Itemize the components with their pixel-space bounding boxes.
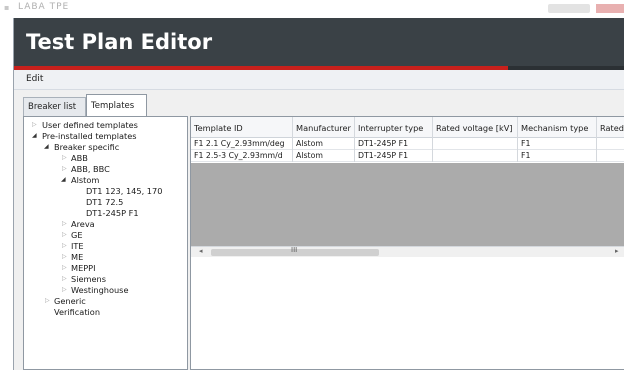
expand-arrow-icon[interactable]: ▷ (45, 297, 50, 304)
expand-arrow-icon[interactable]: ▷ (62, 253, 67, 260)
tree-item-siemens[interactable]: Siemens (71, 274, 106, 284)
expand-arrow-icon[interactable]: ▷ (32, 121, 37, 128)
tree-item-dt1-245p-f1[interactable]: DT1-245P F1 (86, 208, 139, 218)
expand-arrow-icon[interactable]: ▷ (62, 286, 67, 293)
cell-manufacturer[interactable]: Alstom (293, 138, 355, 150)
tree-item-dt1-123[interactable]: DT1 123, 145, 170 (86, 186, 162, 196)
app-icon: ▪ (4, 3, 10, 12)
cell-mechanism-type[interactable]: F1 (518, 138, 597, 150)
column-header-template-id[interactable]: Template ID (191, 117, 293, 138)
tree-item-meppi[interactable]: MEPPI (71, 263, 96, 273)
column-header-rated-voltage[interactable]: Rated voltage [kV] (433, 117, 518, 138)
expand-arrow-icon[interactable]: ▷ (62, 220, 67, 227)
templates-tree: ▷ User defined templates ◢ Pre-installed… (23, 116, 188, 370)
horizontal-scrollbar[interactable]: ◂ III ▸ (191, 246, 624, 257)
background-strip: ▪ LABA TPE (0, 0, 624, 18)
expand-arrow-icon[interactable]: ▷ (62, 264, 67, 271)
tree-item-user-defined[interactable]: User defined templates (42, 120, 138, 130)
expand-arrow-icon[interactable]: ▷ (62, 231, 67, 238)
grid-empty-area (191, 163, 624, 246)
collapse-arrow-icon[interactable]: ◢ (61, 176, 66, 183)
cell-rated[interactable] (597, 138, 624, 150)
expand-arrow-icon[interactable]: ▷ (62, 242, 67, 249)
background-window-title: LABA TPE (18, 2, 70, 12)
tree-item-me[interactable]: ME (71, 252, 83, 262)
cell-manufacturer[interactable]: Alstom (293, 150, 355, 162)
column-header-rated[interactable]: Rated (597, 117, 624, 138)
tree-item-ge[interactable]: GE (71, 230, 83, 240)
background-toolbar (548, 4, 590, 13)
collapse-arrow-icon[interactable]: ◢ (32, 132, 37, 139)
tab-strip: Breaker list Templates (14, 90, 624, 117)
collapse-arrow-icon[interactable]: ◢ (44, 143, 49, 150)
tree-item-ite[interactable]: ITE (71, 241, 84, 251)
cell-interrupter-type[interactable]: DT1-245P F1 (355, 150, 433, 162)
tree-item-abb-bbc[interactable]: ABB, BBC (71, 164, 110, 174)
cell-interrupter-type[interactable]: DT1-245P F1 (355, 138, 433, 150)
templates-grid: Template ID Manufacturer Interrupter typ… (190, 116, 624, 370)
expand-arrow-icon[interactable]: ▷ (62, 275, 67, 282)
expand-arrow-icon[interactable]: ▷ (62, 154, 67, 161)
table-row[interactable]: F1 2.1 Cy_2.93mm/deg Alstom DT1-245P F1 … (191, 138, 624, 150)
column-header-interrupter-type[interactable]: Interrupter type (355, 117, 433, 138)
scroll-left-icon[interactable]: ◂ (199, 247, 203, 255)
column-header-mechanism-type[interactable]: Mechanism type (518, 117, 597, 138)
cell-rated-voltage[interactable] (433, 138, 518, 150)
grid-header: Template ID Manufacturer Interrupter typ… (191, 117, 624, 138)
menu-bar: Edit (14, 70, 624, 90)
tree-item-breaker-specific[interactable]: Breaker specific (54, 142, 119, 152)
tree-item-generic[interactable]: Generic (54, 296, 86, 306)
tree-item-areva[interactable]: Areva (71, 219, 95, 229)
expand-arrow-icon[interactable]: ▷ (62, 165, 67, 172)
title-bar: Test Plan Editor (14, 18, 624, 66)
tree-item-alstom[interactable]: Alstom (71, 175, 99, 185)
cell-template-id[interactable]: F1 2.1 Cy_2.93mm/deg (191, 138, 293, 150)
tree-item-dt1-72-5[interactable]: DT1 72.5 (86, 197, 123, 207)
tree-item-verification[interactable]: Verification (54, 307, 100, 317)
detail-panel (191, 257, 624, 369)
cell-mechanism-type[interactable]: F1 (518, 150, 597, 162)
column-header-manufacturer[interactable]: Manufacturer (293, 117, 355, 138)
tree-item-abb[interactable]: ABB (71, 153, 88, 163)
tree-item-westinghouse[interactable]: Westinghouse (71, 285, 128, 295)
cell-rated-voltage[interactable] (433, 150, 518, 162)
app-window: Test Plan Editor Edit Breaker list Templ… (13, 18, 624, 370)
scrollbar-grip-icon: III (291, 246, 298, 254)
app-title: Test Plan Editor (26, 30, 213, 54)
tab-breaker-list[interactable]: Breaker list (23, 97, 86, 116)
cell-rated[interactable] (597, 150, 624, 162)
background-close-area (596, 4, 624, 13)
table-row[interactable]: F1 2.5-3 Cy_2.93mm/d Alstom DT1-245P F1 … (191, 150, 624, 162)
cell-template-id[interactable]: F1 2.5-3 Cy_2.93mm/d (191, 150, 293, 162)
tree-item-pre-installed[interactable]: Pre-installed templates (42, 131, 137, 141)
menu-edit[interactable]: Edit (26, 74, 43, 84)
tab-templates[interactable]: Templates (86, 94, 147, 117)
scroll-right-icon[interactable]: ▸ (615, 247, 619, 255)
